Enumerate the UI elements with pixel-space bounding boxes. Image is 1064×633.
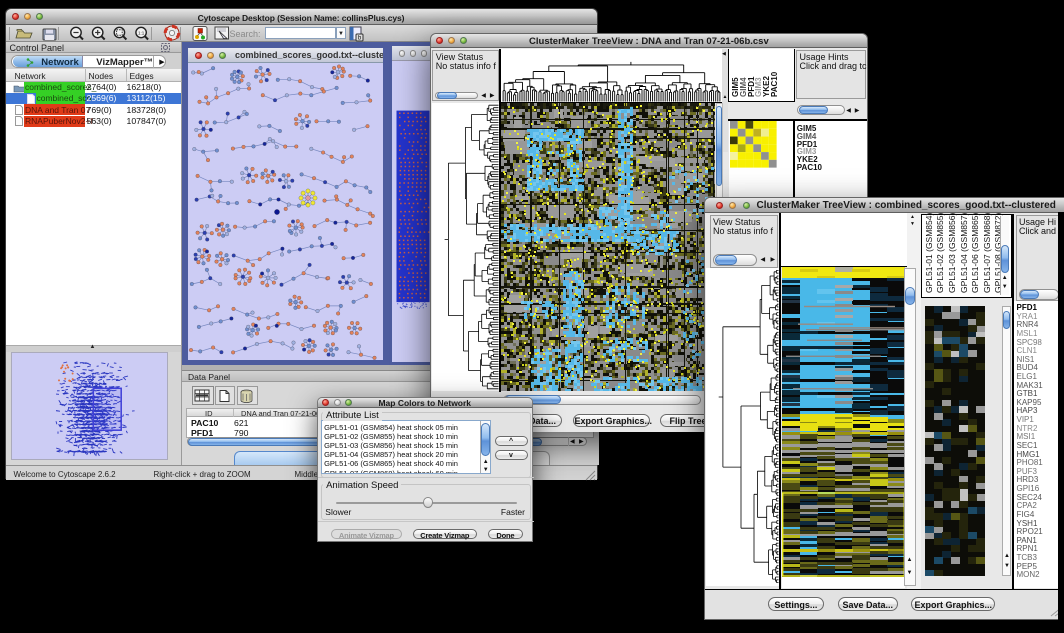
svg-text:1:1: 1:1 [137, 31, 144, 36]
